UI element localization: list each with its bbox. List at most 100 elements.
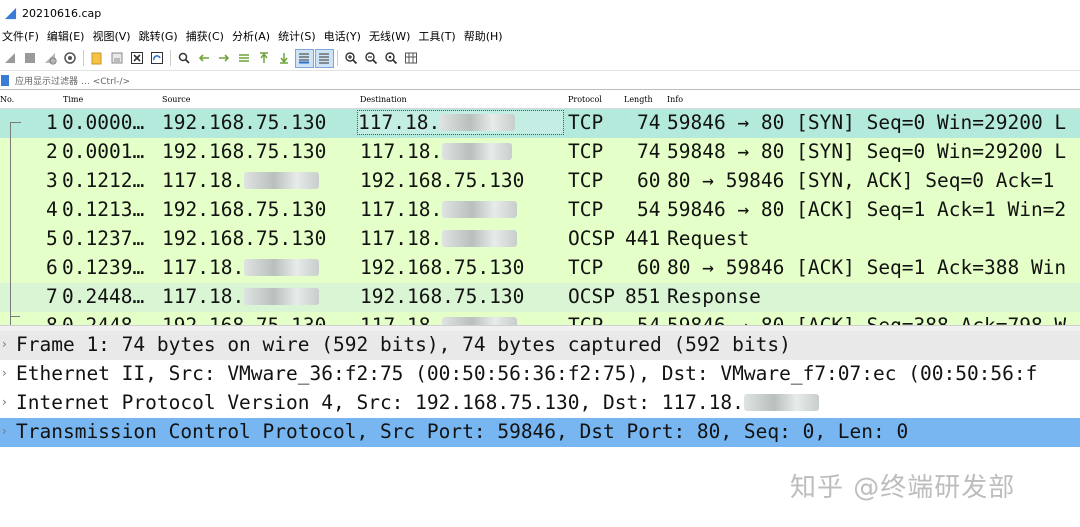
- packet-time: 0.1213…: [62, 198, 145, 221]
- packet-row[interactable]: 6 0.1239… 117.18. 192.168.75.130 TCP 60 …: [0, 254, 1080, 283]
- packet-time: 0.1212…: [62, 169, 145, 192]
- detail-ethernet[interactable]: › Ethernet II, Src: VMware_36:f2:75 (00:…: [0, 360, 1080, 389]
- packet-source: 192.168.75.130: [162, 111, 327, 134]
- redacted-ip: [442, 201, 518, 218]
- colorize-icon[interactable]: [314, 48, 334, 68]
- menu-edit[interactable]: 编辑(E): [45, 28, 91, 44]
- capture-options-icon[interactable]: [62, 50, 79, 67]
- packet-info: 80 → 59846 [SYN, ACK] Seq=0 Ack=1: [667, 169, 1055, 192]
- display-filter-input[interactable]: 应用显示过滤器 … <Ctrl-/>: [15, 74, 130, 87]
- toolbar-separator: [170, 50, 171, 66]
- redacted-ip: [244, 259, 320, 276]
- packet-destination: 117.18.: [357, 110, 564, 135]
- find-packet-icon[interactable]: [176, 50, 193, 67]
- column-info[interactable]: Info: [667, 95, 683, 104]
- bookmark-icon[interactable]: [1, 74, 9, 86]
- menu-analyze[interactable]: 分析(A): [230, 28, 276, 44]
- expand-arrow-icon[interactable]: ›: [2, 395, 7, 409]
- title-bar: 20210616.cap: [0, 0, 1080, 26]
- detail-ip[interactable]: › Internet Protocol Version 4, Src: 192.…: [0, 389, 1080, 418]
- open-file-icon[interactable]: [89, 50, 106, 67]
- packet-row[interactable]: 8 0.2448… 192.168.75.130 117.18. TCP 54 …: [0, 312, 1080, 325]
- stop-capture-icon[interactable]: [22, 50, 39, 67]
- save-file-icon[interactable]: [109, 50, 126, 67]
- packet-length: 74: [637, 111, 661, 134]
- redacted-ip: [244, 172, 320, 189]
- menu-telephony[interactable]: 电话(Y): [322, 28, 367, 44]
- packet-length: 74: [637, 140, 661, 163]
- redacted-ip: [440, 114, 516, 131]
- zoom-out-icon[interactable]: [363, 50, 380, 67]
- go-first-icon[interactable]: [256, 50, 273, 67]
- menu-help[interactable]: 帮助(H): [462, 28, 509, 44]
- redacted-ip: [244, 288, 320, 305]
- packet-no: 2: [46, 140, 58, 163]
- packet-length: 54: [637, 198, 661, 221]
- packet-time: 0.1237…: [62, 227, 145, 250]
- restart-capture-icon[interactable]: [42, 50, 59, 67]
- packet-source: 192.168.75.130: [162, 314, 326, 325]
- menu-view[interactable]: 视图(V): [90, 28, 136, 44]
- packet-row[interactable]: 3 0.1212… 117.18. 192.168.75.130 TCP 60 …: [0, 167, 1080, 196]
- packet-source: 117.18.: [162, 169, 320, 192]
- detail-text: Internet Protocol Version 4, Src: 192.16…: [16, 391, 819, 414]
- packet-destination: 117.18.: [360, 140, 513, 163]
- go-forward-icon[interactable]: [216, 50, 233, 67]
- menu-wireless[interactable]: 无线(W): [367, 28, 416, 44]
- watermark: 知乎 @终端研发部: [790, 473, 1016, 503]
- packet-protocol: TCP: [568, 140, 604, 163]
- packet-no: 5: [46, 227, 58, 250]
- zoom-in-icon[interactable]: [343, 50, 360, 67]
- zoom-normal-icon[interactable]: [383, 50, 400, 67]
- resize-columns-icon[interactable]: [403, 50, 420, 67]
- menu-file[interactable]: 文件(F): [0, 28, 45, 44]
- menu-tools[interactable]: 工具(T): [416, 28, 461, 44]
- close-file-icon[interactable]: [129, 50, 146, 67]
- expand-arrow-icon[interactable]: ›: [2, 366, 7, 380]
- column-source[interactable]: Source: [162, 95, 191, 104]
- conversation-bracket-end: [10, 316, 20, 317]
- display-filter-bar: 应用显示过滤器 … <Ctrl-/>: [0, 71, 1080, 90]
- menu-bar: 文件(F) 编辑(E) 视图(V) 跳转(G) 捕获(C) 分析(A) 统计(S…: [0, 26, 1080, 46]
- packet-row[interactable]: 2 0.0001… 192.168.75.130 117.18. TCP 74 …: [0, 138, 1080, 167]
- column-protocol[interactable]: Protocol: [568, 95, 602, 104]
- packet-row[interactable]: 5 0.1237… 192.168.75.130 117.18. OCSP 44…: [0, 225, 1080, 254]
- packet-row[interactable]: 7 0.2448… 117.18. 192.168.75.130 OCSP 85…: [0, 283, 1080, 312]
- packet-destination: 192.168.75.130: [360, 285, 525, 308]
- packet-destination: 117.18.: [360, 227, 518, 250]
- packet-length: 851: [625, 285, 661, 308]
- packet-info: 80 → 59846 [ACK] Seq=1 Ack=388 Win: [667, 256, 1067, 279]
- expand-arrow-icon[interactable]: ›: [2, 424, 7, 438]
- menu-capture[interactable]: 捕获(C): [184, 28, 230, 44]
- packet-length: 60: [637, 256, 661, 279]
- start-capture-icon[interactable]: [2, 50, 19, 67]
- packet-protocol: TCP: [568, 169, 604, 192]
- packet-no: 6: [46, 256, 58, 279]
- packet-time: 0.0001…: [62, 140, 145, 163]
- expand-arrow-icon[interactable]: ›: [2, 337, 7, 351]
- packet-source: 192.168.75.130: [162, 198, 327, 221]
- detail-frame[interactable]: › Frame 1: 74 bytes on wire (592 bits), …: [0, 331, 1080, 360]
- detail-text: Transmission Control Protocol, Src Port:…: [16, 420, 909, 443]
- go-to-packet-icon[interactable]: [236, 50, 253, 67]
- packet-length: 60: [637, 169, 661, 192]
- packet-protocol: TCP: [568, 111, 604, 134]
- column-destination[interactable]: Destination: [360, 95, 407, 104]
- packet-no: 8: [46, 314, 58, 325]
- go-back-icon[interactable]: [196, 50, 213, 67]
- packet-destination: 192.168.75.130: [360, 169, 525, 192]
- packet-info: Response: [667, 285, 761, 308]
- reload-file-icon[interactable]: [149, 50, 166, 67]
- packet-info: 59846 → 80 [ACK] Seq=1 Ack=1 Win=2: [667, 198, 1067, 221]
- packet-row[interactable]: 1 0.0000… 192.168.75.130 117.18. TCP 74 …: [0, 109, 1080, 138]
- column-length[interactable]: Length: [624, 95, 653, 104]
- redacted-ip: [442, 317, 518, 325]
- column-time[interactable]: Time: [63, 95, 83, 104]
- menu-statistics[interactable]: 统计(S): [276, 28, 322, 44]
- column-no[interactable]: No.: [0, 95, 14, 104]
- go-last-icon[interactable]: [276, 50, 293, 67]
- auto-scroll-icon[interactable]: [294, 48, 314, 68]
- detail-tcp[interactable]: › Transmission Control Protocol, Src Por…: [0, 418, 1080, 447]
- menu-go[interactable]: 跳转(G): [137, 28, 184, 44]
- packet-row[interactable]: 4 0.1213… 192.168.75.130 117.18. TCP 54 …: [0, 196, 1080, 225]
